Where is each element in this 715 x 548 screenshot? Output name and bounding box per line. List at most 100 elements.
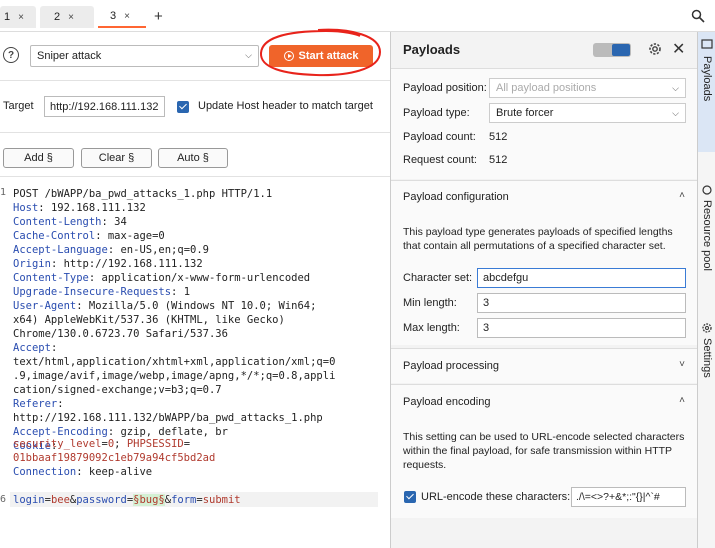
tab-label: 3	[110, 10, 117, 22]
header-value: Mozilla/5.0 (Windows NT 10.0; Win64;	[82, 300, 317, 312]
attack-type-select[interactable]: Sniper attack ⌵	[30, 45, 259, 67]
payload-processing-section[interactable]: Payload processing ˅	[391, 349, 697, 383]
side-tab-label: Payloads	[701, 56, 713, 102]
request-line: x64) AppleWebKit/537.36 (KHTML, like Gec…	[13, 313, 285, 327]
request-line-body: login=bee&password=§bug§&form=submit	[13, 493, 241, 507]
chevron-down-icon[interactable]: ˅	[679, 359, 685, 370]
divider	[0, 80, 390, 81]
start-attack-label: Start attack	[298, 50, 359, 62]
request-line: text/html,application/xhtml+xml,applicat…	[13, 355, 335, 369]
header-value: 34	[107, 216, 127, 228]
payload-type-select[interactable]: Brute forcer ⌵	[489, 103, 686, 123]
close-icon[interactable]: ×	[124, 11, 130, 22]
target-url-field[interactable]: http://192.168.111.132	[44, 96, 165, 117]
payload-position-value: All payload positions	[496, 82, 597, 94]
close-icon[interactable]: ×	[68, 12, 74, 23]
cookie-name: security_level	[13, 438, 102, 450]
help-icon[interactable]: ?	[3, 47, 19, 63]
start-attack-button[interactable]: Start attack	[269, 45, 373, 67]
payload-type-value: Brute forcer	[496, 107, 554, 119]
cookie-value: 01bbaaf19879092c1eb79a94cf5bd2ad	[13, 452, 216, 464]
tab-3[interactable]: 3 ×	[98, 6, 146, 28]
equals: =	[183, 438, 191, 450]
close-icon[interactable]: ×	[18, 12, 24, 23]
clear-markers-label: Clear §	[98, 152, 135, 164]
payload-count-value: 512	[489, 131, 508, 143]
request-editor[interactable]: 1 16 POST /bWAPP/ba_pwd_attacks_1.php HT…	[0, 185, 390, 548]
charset-value: abcdefgu	[483, 272, 529, 284]
play-icon	[283, 51, 294, 61]
section-description: This setting can be used to URL-encode s…	[403, 431, 685, 471]
layout-vertical-icon[interactable]	[612, 44, 630, 56]
tab-1[interactable]: 1 ×	[0, 6, 36, 28]
header-name: Connection	[13, 466, 77, 478]
header-name: Origin	[13, 258, 51, 270]
header-value: http://192.168.111.132	[57, 258, 203, 270]
max-length-label: Max length:	[403, 322, 460, 334]
side-tab-label: Settings	[701, 338, 713, 378]
chevron-down-icon: ⌵	[245, 50, 252, 60]
search-icon[interactable]	[691, 9, 705, 23]
auto-markers-button[interactable]: Auto §	[158, 148, 228, 168]
line-text: POST /bWAPP/ba_pwd_attacks_1.php HTTP/1.…	[13, 188, 273, 200]
min-length-field[interactable]: 3	[477, 293, 686, 313]
param-name: password	[76, 494, 127, 506]
payload-position-label: Payload position:	[403, 82, 487, 94]
section-title: Payload configuration	[403, 191, 509, 203]
header-value: 1	[177, 286, 191, 298]
add-marker-label: Add §	[24, 152, 53, 164]
request-line: Accept:	[13, 341, 57, 355]
section-title: Payload processing	[403, 360, 500, 372]
request-line: POST /bWAPP/ba_pwd_attacks_1.php HTTP/1.…	[13, 187, 272, 201]
panel-title: Payloads	[403, 42, 461, 57]
add-tab-icon[interactable]: +	[154, 8, 163, 25]
clear-markers-button[interactable]: Clear §	[81, 148, 152, 168]
header-name: Accept-Language	[13, 244, 108, 256]
header-name: Cache-Control	[13, 230, 96, 242]
side-tab-settings[interactable]: Settings	[698, 320, 715, 400]
payload-marker[interactable]: §bug§	[133, 494, 165, 506]
url-encode-label: URL-encode these characters:	[421, 491, 571, 503]
close-icon[interactable]: ✕	[672, 39, 685, 59]
payloads-icon	[701, 39, 713, 49]
side-tab-resource-pool[interactable]: Resource pool	[698, 184, 715, 314]
side-tab-strip: Payloads Resource pool Settings	[697, 32, 715, 548]
url-encode-checkbox[interactable]	[404, 491, 416, 503]
param-name: login	[13, 494, 45, 506]
add-marker-button[interactable]: Add §	[3, 148, 74, 168]
payload-position-select: All payload positions ⌵	[489, 78, 686, 98]
gear-icon[interactable]	[647, 41, 663, 57]
header-value: 192.168.111.132	[44, 202, 146, 214]
min-length-label: Min length:	[403, 297, 457, 309]
header-name: Content-Length	[13, 216, 102, 228]
max-length-field[interactable]: 3	[477, 318, 686, 338]
side-tab-payloads[interactable]: Payloads	[698, 32, 715, 152]
tab-2[interactable]: 2 ×	[40, 6, 94, 28]
request-line-cookie-values: security_level=0; PHPSESSID=	[13, 437, 190, 451]
side-tab-label: Resource pool	[701, 200, 713, 271]
update-host-checkbox[interactable]	[177, 101, 189, 113]
chevron-down-icon: ⌵	[672, 108, 679, 118]
update-host-label: Update Host header to match target	[198, 100, 373, 112]
url-encode-chars-field[interactable]: ./\=<>?+&*;:"{}|^`#	[571, 487, 686, 507]
tab-label: 1	[4, 11, 11, 23]
chevron-up-icon[interactable]: ˄	[679, 190, 685, 201]
layout-horizontal-icon[interactable]	[594, 44, 612, 56]
attack-type-value: Sniper attack	[37, 50, 102, 62]
request-line: Cache-Control: max-age=0	[13, 229, 165, 243]
header-name: Accept	[13, 342, 51, 354]
request-line: Content-Type: application/x-www-form-url…	[13, 271, 310, 285]
request-line: cation/signed-exchange;v=b3;q=0.7	[13, 383, 222, 397]
request-line: .9,image/avif,image/webp,image/apng,*/*;…	[13, 369, 335, 383]
payloads-panel: Payloads ✕ Payload position: All payload…	[391, 32, 697, 548]
line-number: 16	[0, 494, 7, 505]
chevron-up-icon[interactable]: ˄	[679, 395, 685, 406]
request-line: Upgrade-Insecure-Requests: 1	[13, 285, 190, 299]
charset-field[interactable]: abcdefgu	[477, 268, 686, 288]
divider	[0, 176, 390, 177]
section-title: Payload encoding	[403, 396, 491, 408]
colon: :	[57, 398, 64, 410]
line-text: x64) AppleWebKit/537.36 (KHTML, like Gec…	[13, 314, 285, 326]
layout-toggle[interactable]	[593, 43, 631, 57]
resource-pool-icon	[702, 185, 712, 195]
